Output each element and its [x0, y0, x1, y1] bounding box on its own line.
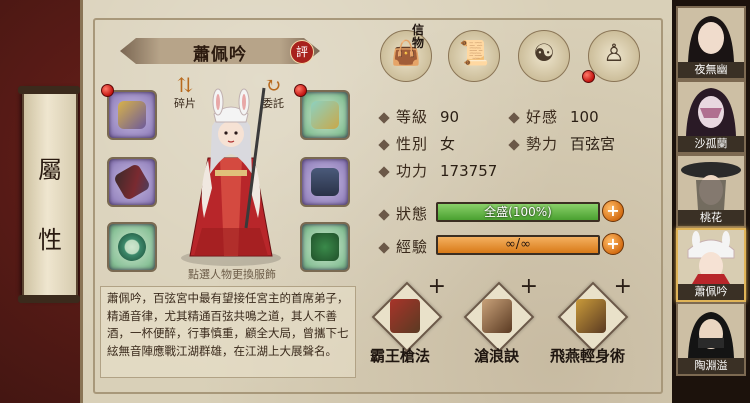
character-portrait[interactable] — [168, 78, 294, 268]
skill-upgrade-plus[interactable]: + — [428, 274, 446, 299]
dragon-icon — [311, 233, 339, 261]
stat-power: 功力 173757 — [378, 160, 497, 181]
roster-name: 蕭佩吟 — [678, 284, 744, 300]
roster-card[interactable]: 沙孤蘭 — [676, 80, 746, 154]
diamond-bullet-icon — [378, 139, 390, 151]
portrait-avatar — [678, 82, 744, 136]
skill-upgrade-plus[interactable]: + — [520, 274, 538, 299]
keepsake-label: 信 物 — [412, 23, 425, 50]
status-label: 狀態 — [378, 203, 428, 224]
meridian-figure-icon: ♙ — [603, 39, 625, 67]
roster-card[interactable]: 桃花 — [676, 154, 746, 228]
diamond-bullet-icon — [378, 209, 390, 221]
skill-name-1: 霸王槍法 — [370, 347, 431, 365]
roster-name: 夜無幽 — [678, 62, 744, 78]
exp-plus-button[interactable]: + — [602, 233, 624, 255]
roster-card-selected[interactable]: 蕭佩吟 — [676, 228, 746, 302]
roster-card[interactable]: 夜無幽 — [676, 6, 746, 80]
status-bar-text: 全盛(100%) — [484, 205, 552, 219]
exp-label: 經驗 — [378, 236, 428, 257]
equip-slot-weapon[interactable] — [107, 157, 157, 207]
bagua-button[interactable]: ☯ — [518, 30, 570, 82]
change-outfit-hint: 點選人物更換服飾 — [188, 268, 276, 281]
rating-badge[interactable]: 評 — [290, 40, 314, 64]
skill-upgrade-plus[interactable]: + — [614, 274, 632, 299]
side-tab-char-1: 屬 — [38, 156, 62, 184]
bagua-icon: ☯ — [533, 39, 555, 67]
armor-icon — [311, 168, 339, 196]
scroll-cap-bottom — [18, 295, 80, 303]
roster-name: 陶淵溢 — [678, 358, 744, 374]
scroll-cap-top — [18, 86, 80, 94]
skill-name-2: 滄浪訣 — [474, 347, 520, 365]
portrait-avatar — [678, 156, 744, 210]
book-icon — [576, 299, 606, 333]
scroll-item-button[interactable]: 📜 — [448, 30, 500, 82]
notify-dot — [294, 84, 307, 97]
equip-slot-bracer[interactable] — [300, 90, 350, 140]
portrait-avatar — [678, 304, 744, 358]
scroll-icon: 📜 — [459, 39, 489, 67]
equip-slot-armor[interactable] — [300, 157, 350, 207]
attributes-tab[interactable]: 屬 性 — [18, 86, 80, 303]
diamond-bullet-icon — [378, 112, 390, 124]
scroll-icon — [482, 299, 512, 333]
skill-slot-3[interactable]: + — [557, 274, 632, 353]
book-icon — [390, 299, 420, 333]
character-description: 蕭佩吟，百弦宮中最有望接任宮主的首席弟子，精通音律，尤其精通百弦共鳴之道，其人不… — [100, 286, 356, 378]
equip-slot-pet[interactable] — [300, 222, 350, 272]
stat-level: 等級 90 — [378, 106, 459, 127]
diamond-bullet-icon — [378, 242, 390, 254]
skill-name-3: 飛燕輕身術 — [550, 347, 626, 365]
roster-name: 桃花 — [678, 210, 744, 226]
stat-favor: 好感 100 — [508, 106, 599, 127]
meridian-button[interactable]: ♙ — [588, 30, 640, 82]
status-plus-button[interactable]: + — [602, 200, 624, 222]
diamond-bullet-icon — [378, 166, 390, 178]
exp-bar: ∞/∞ — [436, 235, 600, 255]
skill-slot-1[interactable]: + — [371, 274, 446, 353]
diamond-bullet-icon — [508, 112, 520, 124]
stat-faction: 勢力 百弦宮 — [508, 133, 615, 154]
status-bar: 全盛(100%) — [436, 202, 600, 222]
roster-name: 沙孤蘭 — [678, 136, 744, 152]
bracer-icon — [311, 101, 339, 129]
notify-dot — [101, 84, 114, 97]
equip-slot-accessory[interactable] — [107, 90, 157, 140]
portrait-avatar — [678, 8, 744, 62]
portrait-avatar — [678, 230, 744, 284]
diamond-bullet-icon — [508, 139, 520, 151]
equip-slot-ring[interactable] — [107, 222, 157, 272]
notify-dot — [582, 70, 595, 83]
roster-card[interactable]: 陶淵溢 — [676, 302, 746, 376]
exp-bar-text: ∞/∞ — [504, 237, 532, 252]
stat-gender: 性別女 — [378, 133, 455, 154]
jade-ring-icon — [118, 233, 146, 261]
gold-ornament-icon — [118, 101, 146, 129]
side-tab-char-2: 性 — [38, 226, 62, 254]
skill-slot-2[interactable]: + — [463, 274, 538, 353]
dagger-icon — [112, 162, 152, 202]
